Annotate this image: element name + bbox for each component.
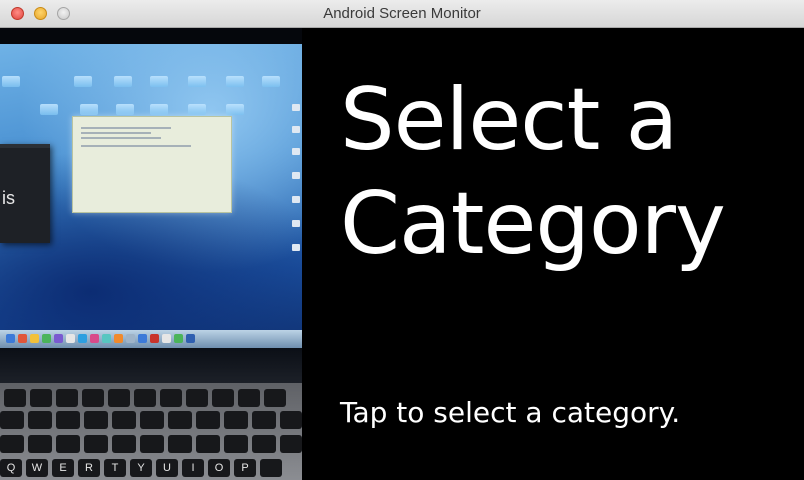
key-u: U (156, 459, 178, 477)
title-bar[interactable]: Android Screen Monitor (0, 0, 804, 28)
folder-icon (150, 76, 168, 87)
laptop-keyboard-photo: Q W E R T Y U I O P (0, 383, 302, 480)
key-r: R (78, 459, 100, 477)
key-w: W (26, 459, 48, 477)
laptop-bezel-photo (0, 348, 302, 383)
text-editor-window-photo (72, 116, 232, 213)
key-q: Q (0, 459, 22, 477)
glass-category-card[interactable]: Select a Category Tap to select a catego… (302, 28, 804, 480)
partial-window-text: is (2, 188, 15, 208)
key-i: I (182, 459, 204, 477)
card-heading: Select a Category (340, 68, 800, 276)
folder-icon (226, 104, 244, 115)
dark-window-photo: is (0, 144, 50, 243)
window-title: Android Screen Monitor (323, 5, 481, 22)
folder-icon (40, 104, 58, 115)
key-p: P (234, 459, 256, 477)
desktop-sidebar-icons (292, 104, 302, 304)
folder-icon (74, 76, 92, 87)
heading-line-2: Category (340, 174, 726, 274)
folder-icon (188, 104, 206, 115)
folder-icon (2, 76, 20, 87)
folder-icon (80, 104, 98, 115)
key-y: Y (130, 459, 152, 477)
folder-icon (116, 104, 134, 115)
folder-icon (150, 104, 168, 115)
desktop-icons (0, 58, 280, 118)
camera-feed-image: is Q W E R T Y U I O P (0, 28, 302, 480)
folder-icon (262, 76, 280, 87)
key-t: T (104, 459, 126, 477)
key-e: E (52, 459, 74, 477)
laptop-screen-photo: is (0, 44, 302, 374)
folder-icon (226, 76, 244, 87)
key-o: O (208, 459, 230, 477)
folder-icon (114, 76, 132, 87)
laptop-dock-photo (0, 330, 302, 348)
app-window: Android Screen Monitor is Q W E R T Y U … (0, 0, 804, 480)
folder-icon (188, 76, 206, 87)
heading-line-1: Select a (340, 70, 678, 170)
card-footer-hint: Tap to select a category. (340, 396, 681, 429)
